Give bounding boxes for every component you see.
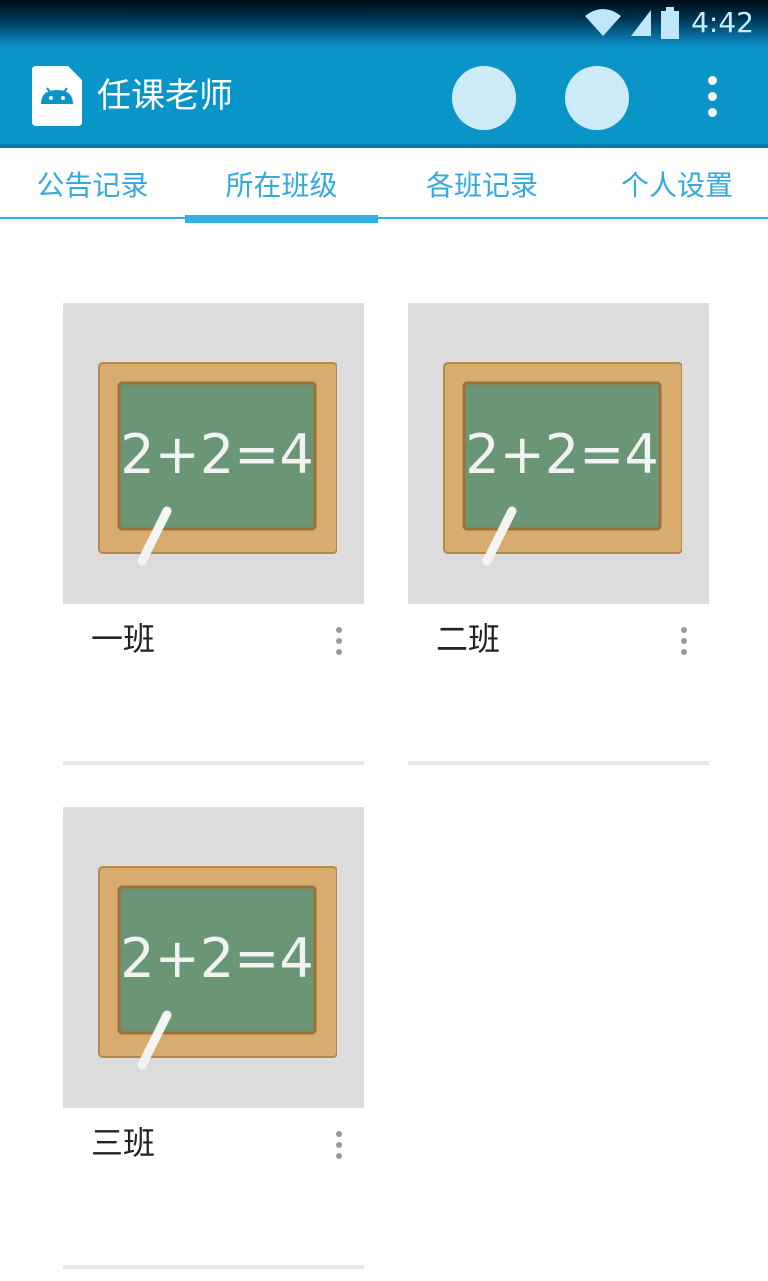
status-time: 4:42 [691, 6, 754, 39]
chalkboard-icon: 2+2=4 [98, 362, 337, 566]
overflow-menu-icon[interactable] [694, 66, 730, 126]
tab-selected-indicator [185, 215, 378, 223]
wifi-icon [585, 9, 622, 36]
tab-my-classes[interactable]: 所在班级 [185, 148, 378, 220]
board-equation: 2+2=4 [120, 423, 314, 486]
class-name: 二班 [436, 620, 501, 658]
card-image: 2+2=4 [63, 303, 364, 604]
class-name: 三班 [91, 1124, 156, 1162]
tab-announcements[interactable]: 公告记录 [0, 148, 185, 220]
signal-icon [631, 10, 652, 36]
tab-bar: 公告记录 所在班级 各班记录 个人设置 [0, 148, 768, 220]
card-shadow [63, 761, 364, 765]
action-button-2[interactable] [565, 66, 629, 130]
card-image: 2+2=4 [63, 807, 364, 1108]
android-app-icon[interactable] [32, 66, 82, 126]
status-bar: 4:42 [0, 0, 768, 46]
action-button-1[interactable] [452, 66, 516, 130]
class-name: 一班 [91, 620, 156, 658]
action-bar: 任课老师 [0, 46, 768, 144]
chalkboard-icon: 2+2=4 [98, 866, 337, 1070]
card-overflow-icon[interactable] [329, 621, 349, 661]
battery-icon [661, 7, 680, 39]
status-icons: 4:42 [583, 6, 754, 40]
card-shadow [408, 761, 709, 765]
card-image: 2+2=4 [408, 303, 709, 604]
card-overflow-icon[interactable] [674, 621, 694, 661]
class-card[interactable]: 2+2=4 一班 [63, 303, 364, 765]
tab-bar-underline [0, 217, 768, 219]
card-overflow-icon[interactable] [329, 1125, 349, 1165]
board-equation: 2+2=4 [120, 927, 314, 990]
card-shadow [63, 1265, 364, 1269]
tab-class-records[interactable]: 各班记录 [378, 148, 586, 220]
class-card[interactable]: 2+2=4 二班 [408, 303, 709, 765]
class-card[interactable]: 2+2=4 三班 [63, 807, 364, 1269]
chalkboard-icon: 2+2=4 [443, 362, 682, 566]
board-equation: 2+2=4 [465, 423, 659, 486]
app-title: 任课老师 [97, 76, 233, 116]
tab-personal-settings[interactable]: 个人设置 [586, 148, 768, 220]
